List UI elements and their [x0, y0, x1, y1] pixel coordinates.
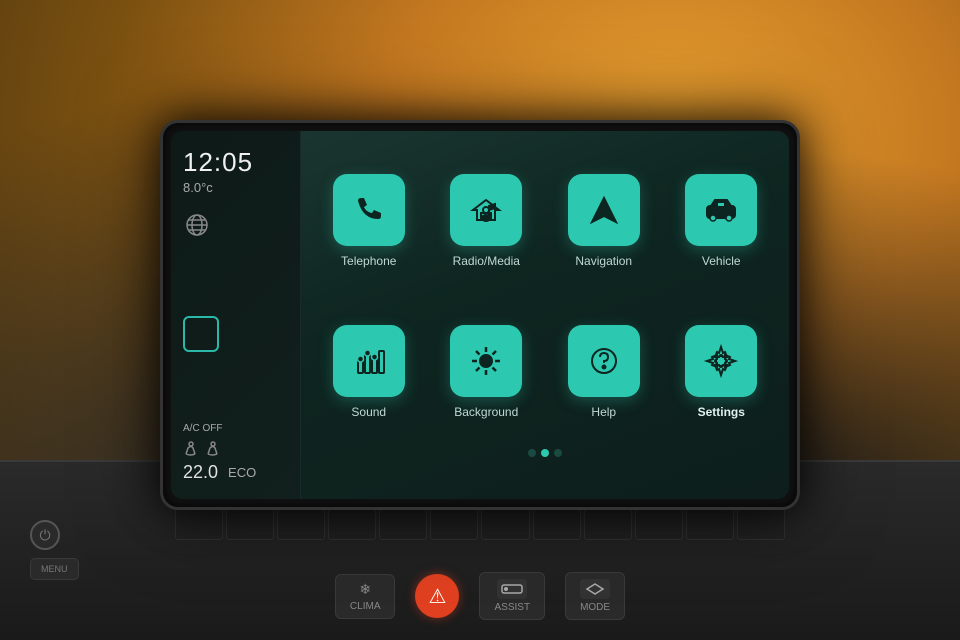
menu-button[interactable]: MENU [30, 558, 79, 580]
radio-media-label: Radio/Media [453, 254, 520, 268]
screen-display: 12:05 8.0°c A/C O [171, 131, 789, 499]
outside-temp: 8.0°c [183, 180, 288, 195]
clima-icon: ❄ [359, 581, 371, 598]
help-label: Help [591, 405, 616, 419]
clima-label: CLIMA [350, 601, 381, 612]
telephone-icon[interactable] [333, 174, 405, 246]
cabin-temp: 22.0 [183, 462, 218, 483]
settings-label: Settings [698, 405, 745, 419]
vehicle-app[interactable]: Vehicle [669, 151, 775, 290]
assist-button[interactable]: ASSIST [479, 572, 545, 620]
vent-slot [226, 505, 274, 540]
screen-main: Telephone Radio/Media [301, 131, 789, 499]
help-icon[interactable] [568, 325, 640, 397]
ac-status: A/C OFF [183, 423, 288, 434]
vent-slot [635, 505, 683, 540]
vent-slot [584, 505, 632, 540]
background-icon[interactable] [450, 325, 522, 397]
mode-icon [580, 579, 610, 599]
settings-icon[interactable] [685, 325, 757, 397]
screen-sidebar: 12:05 8.0°c A/C O [171, 131, 301, 499]
infotainment-screen: 12:05 8.0°c A/C O [160, 120, 800, 510]
dashboard-controls: ❄ CLIMA ⚠ ASSIST MODE [180, 572, 780, 620]
background-app[interactable]: Background [434, 302, 540, 441]
sound-icon[interactable] [333, 325, 405, 397]
vehicle-label: Vehicle [702, 254, 741, 268]
vent-slot [686, 505, 734, 540]
clock: 12:05 [183, 147, 288, 178]
background-label: Background [454, 405, 518, 419]
dot-1[interactable] [528, 449, 536, 457]
time-display: 12:05 8.0°c [183, 147, 288, 244]
clima-button[interactable]: ❄ CLIMA [335, 574, 396, 619]
dot-3[interactable] [554, 449, 562, 457]
mode-label: MODE [580, 602, 610, 613]
vent-slot [430, 505, 478, 540]
assist-icon [497, 579, 527, 599]
power-button[interactable]: ⏻ [30, 520, 60, 550]
telephone-app[interactable]: Telephone [316, 151, 422, 290]
page-indicator [316, 449, 774, 457]
vent-slot [481, 505, 529, 540]
radio-media-icon[interactable] [450, 174, 522, 246]
seat-heat-left-icon [183, 440, 199, 456]
vent-slot [175, 505, 223, 540]
navigation-label: Navigation [575, 254, 632, 268]
widget-box[interactable] [183, 316, 219, 352]
globe-icon [183, 211, 211, 239]
screen-widget[interactable] [183, 316, 288, 352]
settings-app[interactable]: Settings [669, 302, 775, 441]
vent-slot [737, 505, 785, 540]
assist-label: ASSIST [494, 602, 530, 613]
vehicle-icon[interactable] [685, 174, 757, 246]
vent-slot [277, 505, 325, 540]
help-app[interactable]: Help [551, 302, 657, 441]
sound-app[interactable]: Sound [316, 302, 422, 441]
vent-slot [379, 505, 427, 540]
radio-media-app[interactable]: Radio/Media [434, 151, 540, 290]
air-vents [175, 505, 785, 540]
vent-slot [533, 505, 581, 540]
eco-mode: ECO [228, 465, 256, 480]
left-sidebar-buttons: ⏻ MENU [30, 520, 79, 580]
navigation-icon[interactable] [568, 174, 640, 246]
mode-button[interactable]: MODE [565, 572, 625, 620]
telephone-label: Telephone [341, 254, 396, 268]
vent-slot [328, 505, 376, 540]
seat-heat-right-icon [205, 440, 221, 456]
ac-section: A/C OFF 22.0 ECO [183, 423, 288, 483]
sound-label: Sound [351, 405, 386, 419]
app-grid: Telephone Radio/Media [316, 151, 774, 441]
hazard-button[interactable]: ⚠ [415, 574, 459, 618]
navigation-app[interactable]: Navigation [551, 151, 657, 290]
dot-2[interactable] [541, 449, 549, 457]
